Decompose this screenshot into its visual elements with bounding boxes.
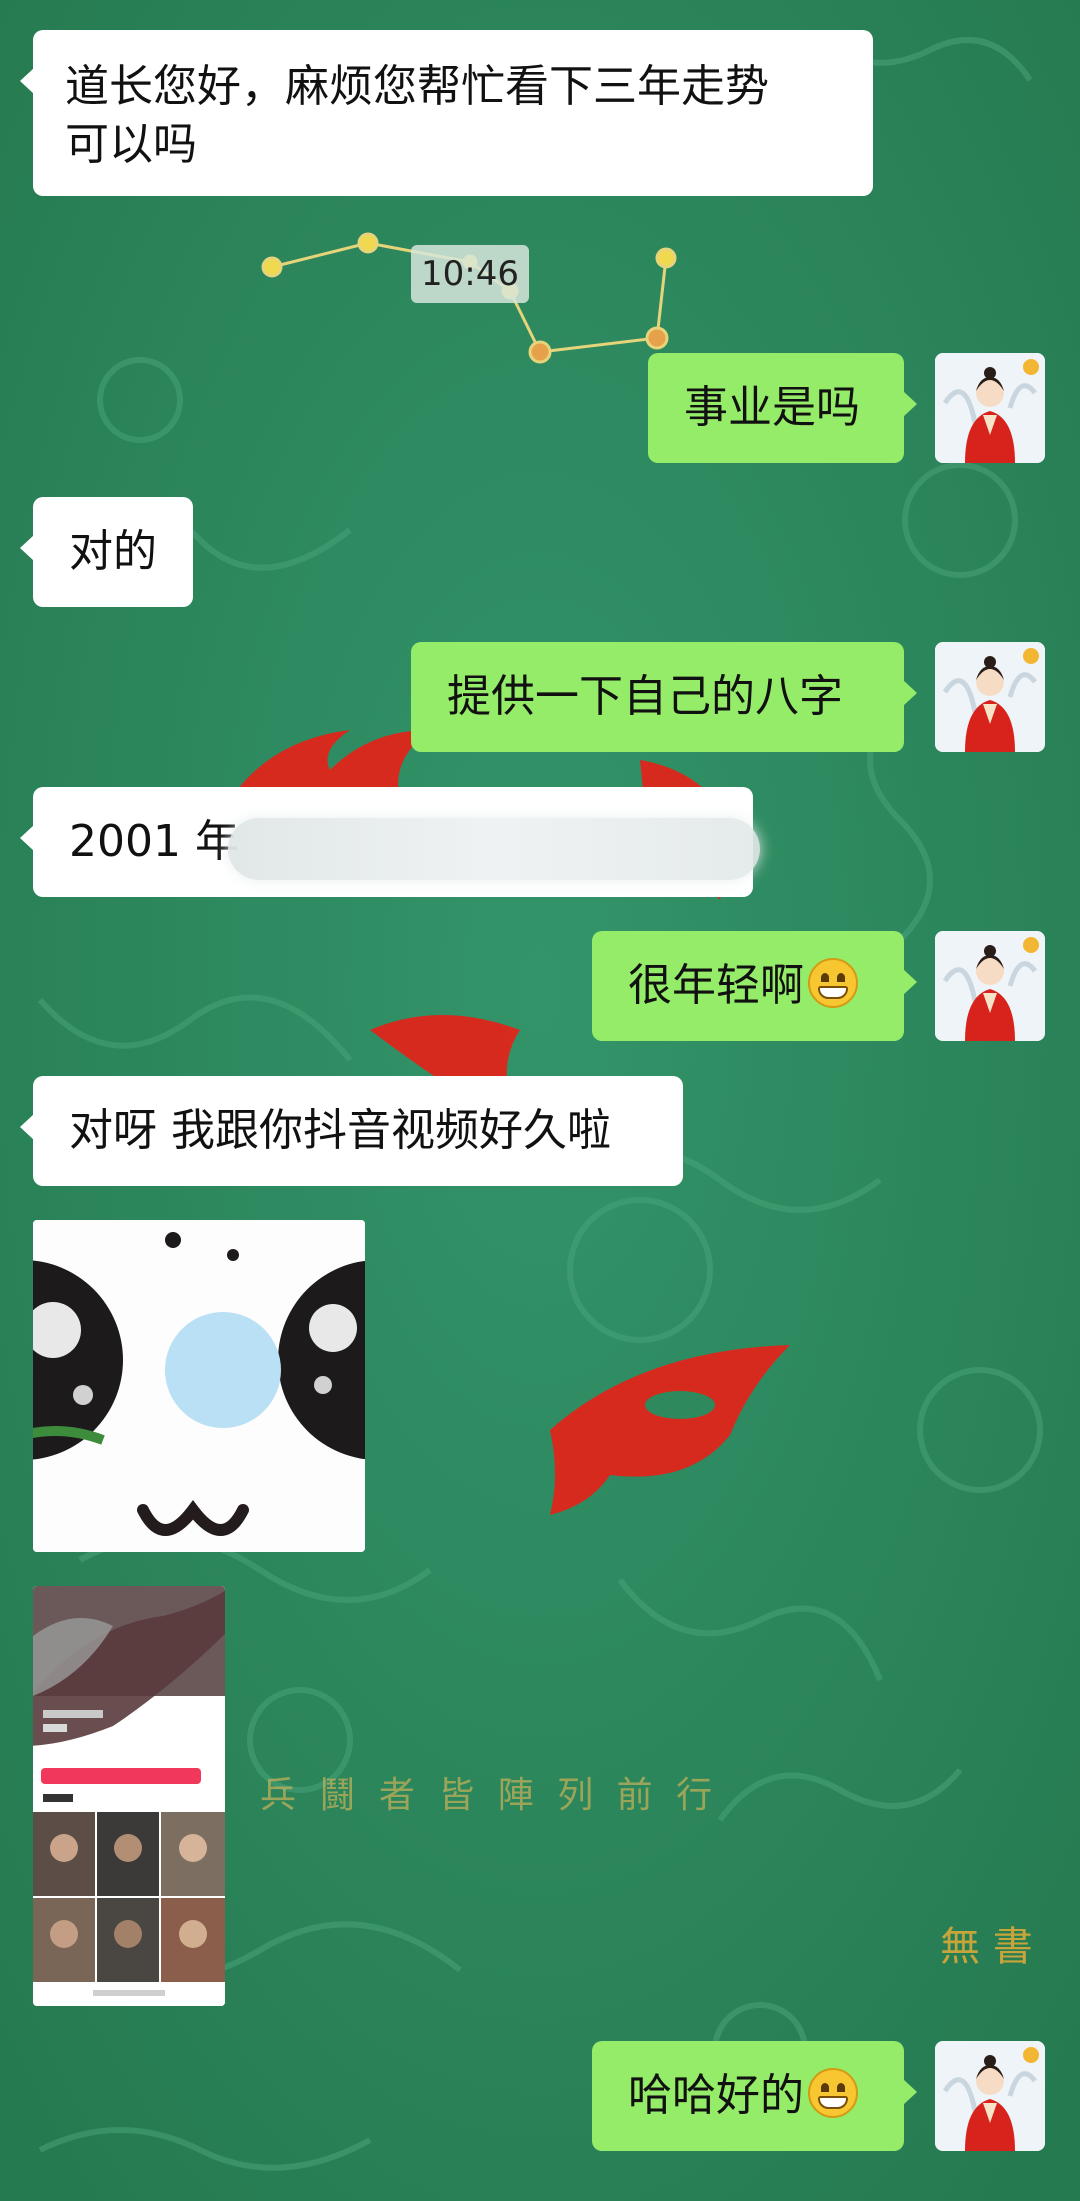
profile-screenshot-thumbnail: [33, 1586, 225, 2006]
screenshot-image-message[interactable]: [33, 1586, 225, 2006]
sticker-image-message[interactable]: [33, 1220, 365, 1552]
grin-emoji: [808, 2068, 858, 2118]
hanfu-girl-avatar[interactable]: [935, 931, 1045, 1041]
avatar-image: [935, 931, 1045, 1041]
hanfu-girl-avatar[interactable]: [935, 353, 1045, 463]
message-text: 对的: [69, 526, 157, 577]
message-text: 对呀 我跟你抖音视频好久啦: [69, 1105, 611, 1156]
message-bubble-incoming[interactable]: 对呀 我跟你抖音视频好久啦: [20, 1076, 683, 1186]
hanfu-girl-avatar[interactable]: [935, 642, 1045, 752]
message-timestamp: 10:46: [411, 245, 529, 303]
message-bubble-outgoing[interactable]: 哈哈好的: [592, 2041, 917, 2151]
message-bubble-outgoing[interactable]: 很年轻啊: [592, 931, 917, 1041]
redaction-blur: [228, 818, 760, 880]
message-bubble-incoming[interactable]: 道长您好，麻烦您帮忙看下三年走势 可以吗: [20, 30, 873, 196]
avatar-image: [935, 2041, 1045, 2151]
cute-face-sticker: [33, 1220, 365, 1552]
avatar-image: [935, 353, 1045, 463]
avatar-image: [935, 642, 1045, 752]
message-text: 提供一下自己的八字: [447, 671, 843, 722]
message-bubble-incoming[interactable]: 对的: [20, 497, 193, 607]
chat-message-list[interactable]: 道长您好，麻烦您帮忙看下三年走势 可以吗 10:46 事业是吗 对的 提供一下自…: [0, 0, 1080, 2201]
hanfu-girl-avatar[interactable]: [935, 2041, 1045, 2151]
message-text: 事业是吗: [684, 382, 860, 433]
message-text: 道长您好，麻烦您帮忙看下三年走势 可以吗: [65, 61, 769, 170]
message-text: 很年轻啊: [628, 960, 804, 1011]
message-bubble-outgoing[interactable]: 事业是吗: [648, 353, 917, 463]
message-text: 哈哈好的: [628, 2070, 804, 2121]
message-bubble-outgoing[interactable]: 提供一下自己的八字: [411, 642, 917, 752]
grin-emoji: [808, 958, 858, 1008]
